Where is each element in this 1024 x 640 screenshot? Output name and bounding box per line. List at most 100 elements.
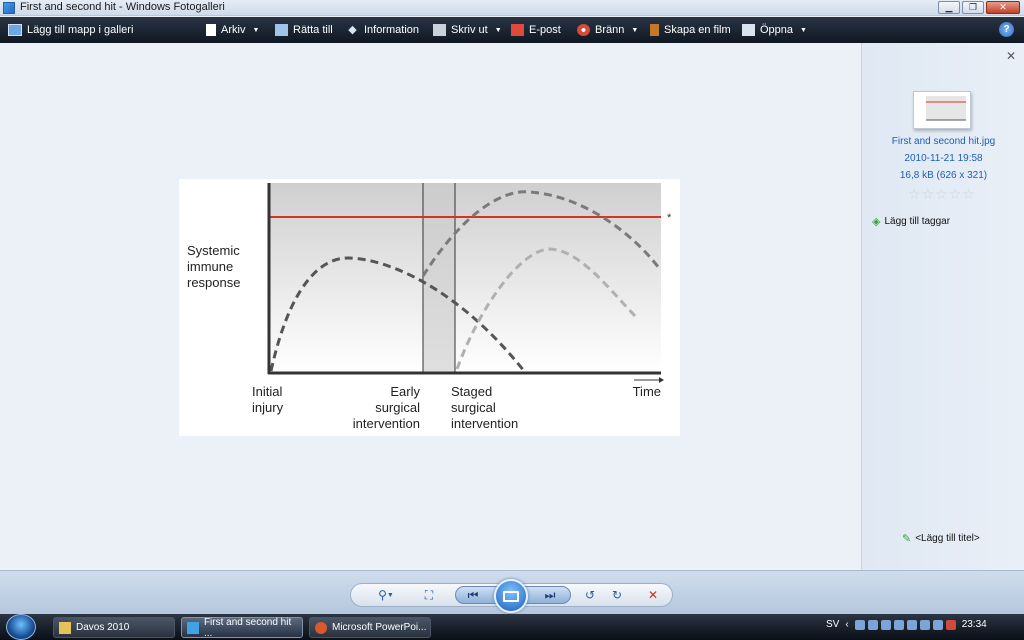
star-icon[interactable]: ☆ [949, 186, 962, 203]
help-button[interactable]: ? [999, 22, 1014, 37]
add-tag-icon: ◈ [872, 216, 881, 228]
film-icon [650, 24, 659, 36]
thumbnail-graphic [926, 96, 966, 121]
window-title: First and second hit - Windows Fotogalle… [20, 1, 225, 13]
task-photo-gallery[interactable]: First and second hit ... [181, 617, 303, 639]
photo-thumbnail [913, 91, 971, 129]
info-panel: ✕ First and second hit.jpg 2010-11-21 19… [861, 43, 1024, 570]
clock[interactable]: 23:34 [962, 619, 987, 630]
y-label-line-1: Systemic [187, 243, 240, 258]
zoom-icon: ⚲ [378, 588, 387, 602]
next-icon: ⏭ [544, 587, 556, 602]
x-label-staged-3: intervention [451, 416, 518, 431]
rotate-right-button[interactable]: ↻ [608, 586, 626, 604]
close-panel-icon[interactable]: ✕ [1006, 49, 1016, 63]
command-bar: Lägg till mapp i galleri Arkiv ▼ Rätta ti… [0, 17, 1024, 43]
display-icon[interactable] [893, 619, 904, 630]
star-icon[interactable]: ☆ [922, 186, 935, 203]
menu-skapa-en-film[interactable]: Skapa en film [650, 17, 731, 43]
add-folder-button[interactable]: Lägg till mapp i galleri [8, 17, 133, 43]
restore-button[interactable]: ❐ [962, 1, 984, 14]
x-label-time: Time [633, 384, 661, 399]
burn-disc-icon [577, 24, 590, 36]
start-button[interactable] [6, 614, 36, 640]
next-button[interactable]: ⏭ [540, 586, 560, 604]
threshold-asterisk: * [667, 212, 672, 224]
sync-icon[interactable] [880, 619, 891, 630]
add-title-icon: ✎ [902, 533, 912, 545]
menu-information[interactable]: ◆ Information [346, 17, 419, 43]
tray-expand-icon[interactable]: ‹ [845, 619, 848, 630]
star-icon[interactable]: ☆ [935, 186, 948, 203]
y-label-line-2: immune [187, 259, 233, 274]
menu-brann[interactable]: Bränn ▼ [577, 17, 638, 43]
rotate-right-icon: ↻ [611, 588, 623, 602]
volume-icon[interactable] [945, 619, 956, 630]
language-indicator[interactable]: SV [826, 619, 839, 630]
rotate-left-icon: ↺ [584, 588, 596, 602]
rotate-left-button[interactable]: ↺ [581, 586, 599, 604]
menu-arkiv[interactable]: Arkiv ▼ [206, 17, 259, 43]
immune-response-figure: * Systemic immune response Initial injur… [187, 183, 672, 431]
taskbar: Davos 2010 First and second hit ... Micr… [0, 614, 1024, 640]
system-tray: SV ‹ 23:34 [826, 619, 987, 630]
time-arrowhead [659, 377, 664, 383]
open-icon [742, 24, 755, 36]
add-tags-button[interactable]: ◈ Lägg till taggar [872, 215, 950, 228]
chevron-down-icon: ▼ [494, 26, 502, 34]
security-icon[interactable] [906, 619, 917, 630]
fit-to-window-icon: ⛶ [424, 587, 434, 602]
slideshow-icon [503, 590, 519, 602]
playback-controls: ⚲ ▼ ⛶ ⏮ ⏭ ↺ ↻ ✕ [0, 570, 1024, 614]
device-icon[interactable] [932, 619, 943, 630]
powerpoint-icon [315, 621, 327, 634]
chevron-down-icon: ▼ [386, 591, 394, 599]
plot-area [269, 183, 661, 373]
star-icon[interactable]: ☆ [962, 186, 975, 203]
slideshow-button[interactable] [494, 579, 528, 613]
fix-icon [275, 24, 288, 36]
menu-oppna[interactable]: Öppna ▼ [742, 17, 807, 43]
tray-icons [854, 619, 956, 630]
chevron-down-icon: ▼ [252, 26, 260, 34]
x-label-staged-1: Staged [451, 384, 492, 399]
x-label-initial-1: Initial [252, 384, 282, 399]
photo-viewer: * Systemic immune response Initial injur… [0, 43, 861, 570]
menu-ratta-till[interactable]: Rätta till [275, 17, 333, 43]
file-name[interactable]: First and second hit.jpg [862, 136, 1024, 147]
zoom-button[interactable]: ⚲ ▼ [372, 586, 400, 604]
delete-button[interactable]: ✕ [644, 586, 662, 604]
email-icon [511, 24, 524, 36]
info-tag-icon: ◆ [348, 24, 357, 36]
star-icon[interactable]: ☆ [908, 186, 921, 203]
task-powerpoint[interactable]: Microsoft PowerPoi... [309, 617, 431, 638]
close-window-button[interactable]: ✕ [986, 1, 1020, 14]
task-davos-2010[interactable]: Davos 2010 [53, 617, 175, 638]
x-label-early-2: surgical [375, 400, 420, 415]
file-date[interactable]: 2010-11-21 19:58 [862, 153, 1024, 164]
battery-icon[interactable] [919, 619, 930, 630]
menu-e-post[interactable]: E-post [511, 17, 561, 43]
star-rating[interactable]: ☆ ☆ ☆ ☆ ☆ [908, 186, 975, 203]
actual-size-button[interactable]: ⛶ [420, 586, 438, 604]
x-label-initial-2: injury [252, 400, 284, 415]
title-bar: First and second hit - Windows Fotogalle… [0, 0, 1024, 16]
file-icon [206, 24, 216, 36]
displayed-photo: * Systemic immune response Initial injur… [179, 179, 680, 436]
photo-gallery-app-icon [187, 621, 199, 634]
x-label-early-1: Early [390, 384, 420, 399]
menu-skriv-ut[interactable]: Skriv ut ▼ [433, 17, 502, 43]
previous-button[interactable]: ⏮ [463, 586, 483, 604]
printer-icon [433, 24, 446, 36]
bluetooth-icon[interactable] [867, 619, 878, 630]
chevron-down-icon: ▼ [631, 26, 639, 34]
network-icon[interactable] [854, 619, 865, 630]
intervention-band [423, 183, 455, 373]
add-title-button[interactable]: ✎ <Lägg till titel> [902, 532, 980, 545]
delete-icon: ✕ [647, 588, 659, 602]
previous-icon: ⏮ [467, 587, 479, 602]
file-size: 16,8 kB (626 x 321) [899, 170, 988, 181]
minimize-button[interactable]: ▁ [938, 1, 960, 14]
y-label-line-3: response [187, 275, 240, 290]
photo-gallery-app-icon [3, 2, 15, 14]
